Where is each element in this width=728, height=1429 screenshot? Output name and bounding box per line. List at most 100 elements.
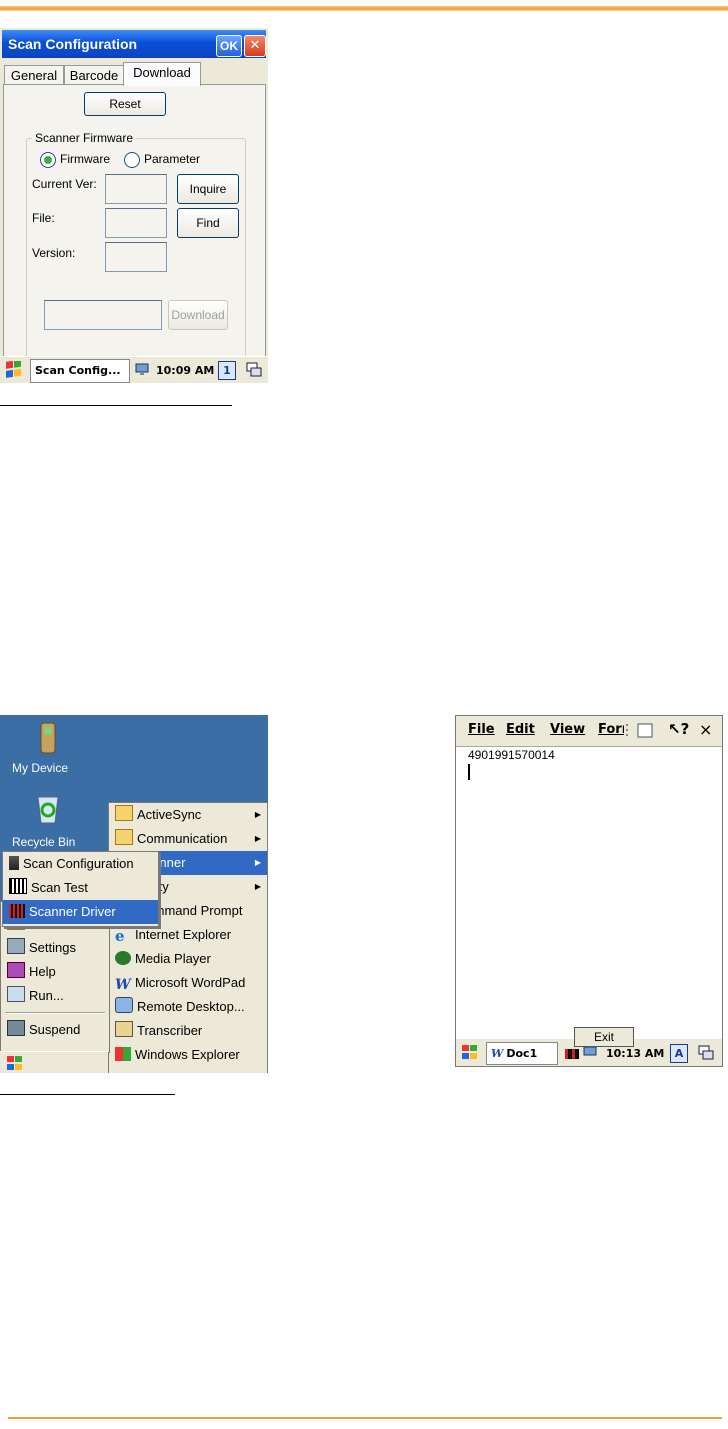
submenu-arrow-icon: ▶ (254, 882, 261, 891)
scanner-gun-icon (9, 856, 19, 870)
menu-bar: File Edit View Format ↖? × (456, 716, 722, 747)
current-ver-label: Current Ver: (32, 177, 97, 191)
menu-item-windows-explorer[interactable]: Windows Explorer (109, 1043, 267, 1067)
menu-item-remote-desktop[interactable]: Remote Desktop... (109, 995, 267, 1019)
footer-rule (8, 1417, 722, 1419)
scan-config-screenshot: Scan Configuration OK ✕ General Barcode … (0, 28, 268, 383)
start-item-settings[interactable]: Settings (7, 936, 107, 960)
menu-item-activesync[interactable]: ActiveSync ▶ (109, 803, 267, 827)
network-icon (135, 363, 149, 375)
caption-underline-2 (0, 1094, 175, 1095)
suspend-icon (7, 1020, 25, 1036)
windows-start-icon[interactable] (5, 361, 23, 379)
windows-start-icon[interactable] (461, 1044, 479, 1060)
run-icon (7, 986, 25, 1002)
submenu-arrow-icon: ▶ (254, 834, 261, 843)
desktop-icon[interactable] (246, 362, 262, 378)
start-item-run[interactable]: Run... (7, 984, 107, 1008)
file-label: File: (32, 211, 55, 225)
parameter-radio-label: Parameter (144, 152, 201, 166)
tray-icons (565, 1046, 597, 1059)
scanner-submenu: Scan Configuration Scan Test Scanner Dri… (2, 851, 159, 927)
parameter-radio[interactable] (124, 152, 140, 168)
start-item-label: Run... (29, 988, 64, 1003)
wordpad-icon: W (115, 977, 131, 993)
clock: 10:13 AM (606, 1047, 665, 1060)
current-ver-field (105, 174, 167, 204)
menu-item-label: Windows Explorer (135, 1047, 240, 1062)
menu-item-label: Media Player (135, 951, 211, 966)
input-indicator[interactable]: A (670, 1044, 688, 1063)
inquire-button[interactable]: Inquire (177, 174, 239, 204)
help-label: ? (680, 720, 690, 738)
firmware-radio[interactable] (40, 152, 56, 168)
header-rule (0, 6, 728, 11)
internet-explorer-icon: e (115, 927, 125, 945)
submenu-item-label: Scanner Driver (29, 904, 116, 919)
start-item-label: Settings (29, 940, 76, 955)
exit-popup[interactable]: Exit (574, 1027, 634, 1047)
folder-icon (115, 805, 133, 821)
submenu-arrow-icon: ▶ (254, 858, 261, 867)
tab-download[interactable]: Download (123, 62, 201, 86)
menu-item-label: Remote Desktop... (137, 999, 245, 1014)
start-item-suspend[interactable]: Suspend (7, 1018, 107, 1042)
my-device-label: My Device (12, 761, 69, 775)
find-button[interactable]: Find (177, 208, 239, 238)
taskbar-task-button[interactable]: Scan Config... (30, 359, 130, 383)
menu-item-media-player[interactable]: Media Player (109, 947, 267, 971)
start-bar (0, 1051, 108, 1073)
title-bar: Scan Configuration OK ✕ (2, 30, 266, 58)
media-player-icon (115, 951, 131, 965)
menu-item-wordpad[interactable]: W Microsoft WordPad (109, 971, 267, 995)
start-item-help[interactable]: Help (7, 960, 107, 984)
document-text[interactable]: 4901991570014 (468, 748, 555, 762)
wordpad-icon: W (491, 1047, 504, 1060)
file-field (105, 208, 167, 238)
close-icon[interactable]: × (699, 720, 712, 739)
submenu-arrow-icon: ▶ (254, 810, 261, 819)
download-button[interactable]: Download (168, 300, 228, 330)
close-icon[interactable]: ✕ (244, 35, 266, 57)
menu-format[interactable]: Format (598, 722, 624, 737)
group-label: Scanner Firmware (32, 131, 137, 145)
tab-general[interactable]: General (4, 65, 64, 85)
menu-edit[interactable]: Edit (506, 722, 535, 737)
download-path-field (44, 300, 162, 330)
text-caret (468, 764, 470, 780)
submenu-item-label: Scan Configuration (23, 856, 134, 871)
windows-explorer-icon (115, 1047, 131, 1061)
tab-barcode[interactable]: Barcode (64, 65, 124, 85)
menu-file[interactable]: File (468, 722, 495, 737)
ok-button[interactable]: OK (216, 35, 242, 57)
menu-item-label: Communication (137, 831, 228, 846)
menu-item-label: ActiveSync (137, 807, 202, 822)
help-pointer-icon[interactable]: ↖? (668, 720, 689, 738)
task-label: Doc1 (506, 1047, 538, 1060)
menu-item-transcriber[interactable]: Transcriber (109, 1019, 267, 1043)
menu-item-label: Microsoft WordPad (135, 975, 246, 990)
firmware-radio-label: Firmware (60, 152, 110, 166)
caption-underline-1 (0, 405, 232, 406)
remote-desktop-icon (115, 997, 133, 1013)
taskbar-task-button[interactable]: W Doc1 (486, 1042, 558, 1065)
help-book-icon (7, 962, 25, 978)
start-item-label: Suspend (29, 1022, 81, 1037)
menu-view[interactable]: View (550, 722, 585, 737)
reset-button[interactable]: Reset (84, 92, 166, 116)
taskbar: Scan Config... 10:09 AM 1 (0, 356, 268, 383)
menu-item-communication[interactable]: Communication ▶ (109, 827, 267, 851)
desktop-icon[interactable] (698, 1045, 714, 1061)
start-menu-screenshot: My Device Recycle Bin ActiveSync ▶ Commun… (0, 715, 268, 1073)
windows-start-icon[interactable] (6, 1055, 24, 1071)
start-item-label: Help (29, 964, 56, 979)
window-title: Scan Configuration (8, 36, 138, 52)
menu-item-scan-configuration[interactable]: Scan Configuration (3, 852, 158, 876)
menu-item-scan-test[interactable]: Scan Test (3, 876, 158, 900)
menu-item-label: Transcriber (137, 1023, 203, 1038)
input-indicator[interactable]: 1 (218, 361, 236, 380)
wordpad-screenshot: File Edit View Format ↖? × 4901991570014… (455, 715, 723, 1067)
menu-item-scanner-driver[interactable]: Scanner Driver (3, 900, 158, 924)
recycle-bin-icon[interactable] (32, 791, 64, 825)
my-device-icon[interactable] (36, 721, 60, 757)
